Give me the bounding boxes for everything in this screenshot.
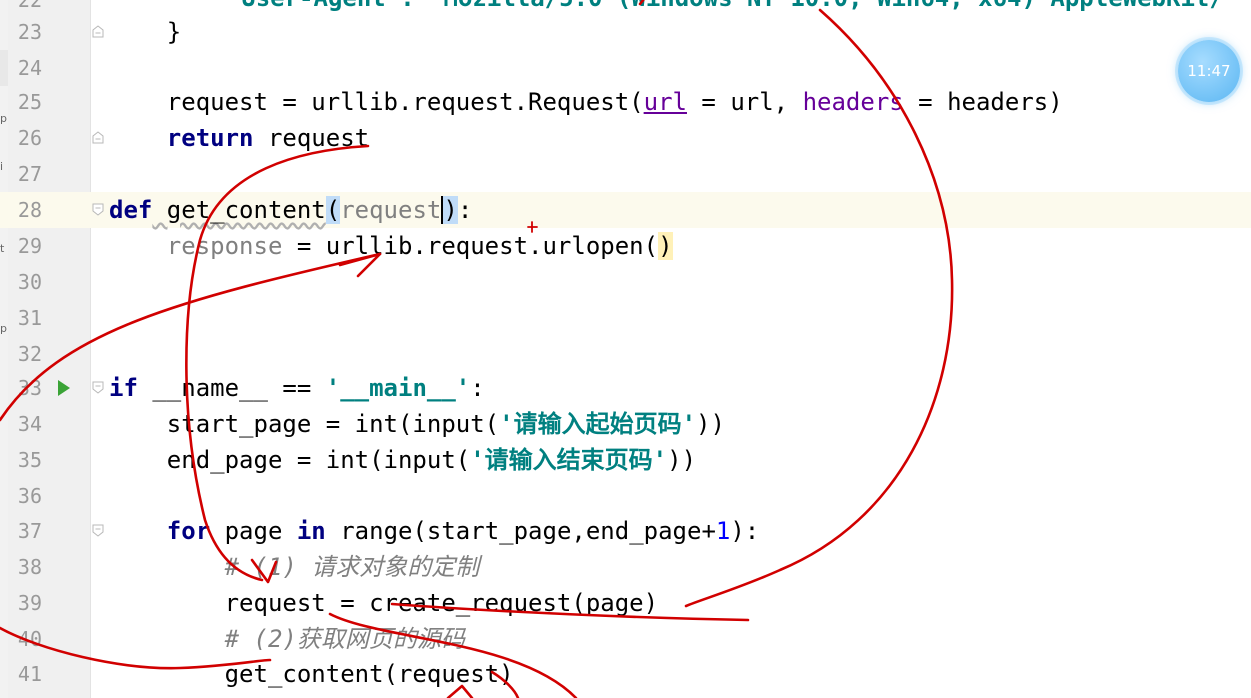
code-text: request = create_request(page) xyxy=(109,589,659,617)
code-line[interactable]: 39 request = create_request(page) xyxy=(0,585,1251,621)
line-number: 28 xyxy=(17,198,42,222)
fold-start-icon[interactable] xyxy=(92,381,104,394)
code-editor[interactable]: 22 "User-Agent": "Mozilla/5.0 (Windows N… xyxy=(0,0,1251,698)
line-number: 25 xyxy=(17,90,42,114)
code-line[interactable]: 35 end_page = int(input('请输入结束页码')) xyxy=(0,442,1251,478)
code-comment: # (2)获取网页的源码 xyxy=(109,625,465,653)
line-number: 32 xyxy=(17,342,42,366)
line-number: 23 xyxy=(17,20,42,44)
code-line[interactable]: 24 xyxy=(0,50,1251,86)
code-line[interactable]: 31 xyxy=(0,300,1251,336)
line-number: 33 xyxy=(17,376,42,400)
code-line-current[interactable]: 28 def get_content(request): xyxy=(0,192,1251,228)
code-line[interactable]: 30 xyxy=(0,264,1251,300)
line-number: 27 xyxy=(17,162,42,186)
code-text: } xyxy=(109,18,182,46)
code-text: start_page = int(input('请输入起始页码')) xyxy=(109,410,725,438)
line-number: 37 xyxy=(17,519,42,543)
fold-start-icon[interactable] xyxy=(92,524,104,537)
code-line[interactable]: 32 xyxy=(0,336,1251,372)
code-line[interactable]: 37 for page in range(start_page,end_page… xyxy=(0,513,1251,549)
run-icon[interactable] xyxy=(58,380,70,396)
code-text: def get_content(request): xyxy=(109,196,473,224)
line-number: 24 xyxy=(17,56,42,80)
code-text: request = urllib.request.Request(url = u… xyxy=(109,88,1063,116)
code-line[interactable]: 36 xyxy=(0,478,1251,514)
code-text: response = urllib.request.urlopen() xyxy=(166,232,673,260)
line-number: 36 xyxy=(17,484,42,508)
code-line[interactable]: 23 } xyxy=(0,14,1251,50)
line-number: 38 xyxy=(17,555,42,579)
code-line[interactable]: 38 # (1) 请求对象的定制 xyxy=(0,549,1251,585)
code-text: for page in range(start_page,end_page+1)… xyxy=(166,517,760,545)
code-line[interactable]: 33 if __name__ == '__main__': xyxy=(0,370,1251,406)
code-text: if __name__ == '__main__': xyxy=(109,374,485,402)
code-line[interactable]: 25 request = urllib.request.Request(url … xyxy=(0,84,1251,120)
code-text: get_content(request) xyxy=(109,660,514,688)
code-comment: # (1) 请求对象的定制 xyxy=(109,553,480,581)
line-number: 30 xyxy=(17,270,42,294)
code-text: end_page = int(input('请输入结束页码')) xyxy=(109,446,697,474)
code-line[interactable]: 26 return request xyxy=(0,120,1251,156)
line-number: 26 xyxy=(17,126,42,150)
line-number: 29 xyxy=(17,234,42,258)
fold-end-icon[interactable] xyxy=(92,25,104,38)
line-number: 34 xyxy=(17,412,42,436)
line-number: 41 xyxy=(17,662,42,686)
code-line[interactable]: 40 # (2)获取网页的源码 xyxy=(0,621,1251,657)
code-text: return request xyxy=(166,124,370,152)
line-number: 35 xyxy=(17,448,42,472)
line-number: 39 xyxy=(17,591,42,615)
code-line[interactable]: 27 xyxy=(0,156,1251,192)
code-line[interactable]: 34 start_page = int(input('请输入起始页码')) xyxy=(0,406,1251,442)
code-line[interactable]: 29 response = urllib.request.urlopen() xyxy=(0,228,1251,264)
line-number: 40 xyxy=(17,627,42,651)
fold-start-icon[interactable] xyxy=(92,203,104,216)
line-number: 31 xyxy=(17,306,42,330)
code-line[interactable]: 41 get_content(request) xyxy=(0,656,1251,692)
fold-end-icon[interactable] xyxy=(92,131,104,144)
floating-clock-widget[interactable]: 11:47 xyxy=(1178,40,1240,102)
